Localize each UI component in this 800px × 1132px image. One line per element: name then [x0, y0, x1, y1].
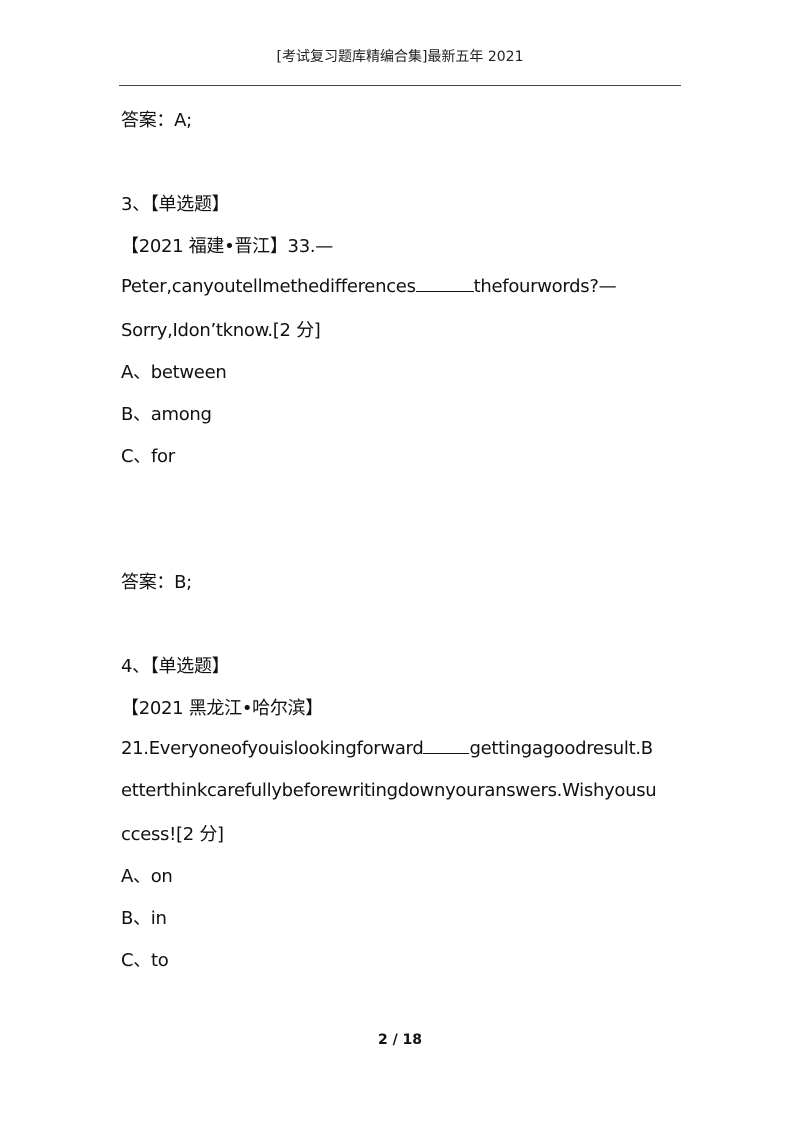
- question-3-source: 【2021 福建•晋江】33.—: [121, 236, 333, 257]
- question-3-answer: 答案：B;: [121, 572, 192, 593]
- question-3-option-c: C、for: [121, 446, 175, 467]
- question-4-stem-line-1: 21.Everyoneofyouislookingforward gettinga…: [121, 738, 653, 759]
- stem-text: gettingagoodresult.B: [469, 738, 653, 759]
- question-3-stem-line-2: Sorry,Idon’tknow.[2 分]: [121, 320, 321, 341]
- question-3-stem-line-1: Peter,canyoutellmethedifferences thefourw…: [121, 276, 617, 297]
- question-4-option-c: C、to: [121, 950, 169, 971]
- stem-text: 21.Everyoneofyouislookingforward: [121, 738, 424, 759]
- question-4-stem-line-2: etterthinkcarefullybeforewritingdownyour…: [121, 780, 657, 801]
- answer-previous: 答案：A;: [121, 110, 192, 131]
- answer-blank: [423, 752, 470, 754]
- header-divider: [119, 85, 681, 86]
- stem-text: thefourwords?—: [473, 276, 617, 297]
- question-3-option-a: A、between: [121, 362, 227, 383]
- question-4-stem-line-3: ccess![2 分]: [121, 824, 224, 845]
- page-header: [考试复习题库精编合集]最新五年 2021: [276, 49, 524, 65]
- stem-text: Peter,canyoutellmethedifferences: [121, 276, 416, 297]
- question-4-option-a: A、on: [121, 866, 173, 887]
- question-4-type: 4、【单选题】: [121, 656, 230, 677]
- question-4-option-b: B、in: [121, 908, 167, 929]
- question-4-source: 【2021 黑龙江•哈尔滨】: [121, 698, 323, 719]
- page-indicator: 2 / 18: [377, 1032, 423, 1048]
- question-3-type: 3、【单选题】: [121, 194, 230, 215]
- question-3-option-b: B、among: [121, 404, 212, 425]
- answer-blank: [415, 290, 474, 292]
